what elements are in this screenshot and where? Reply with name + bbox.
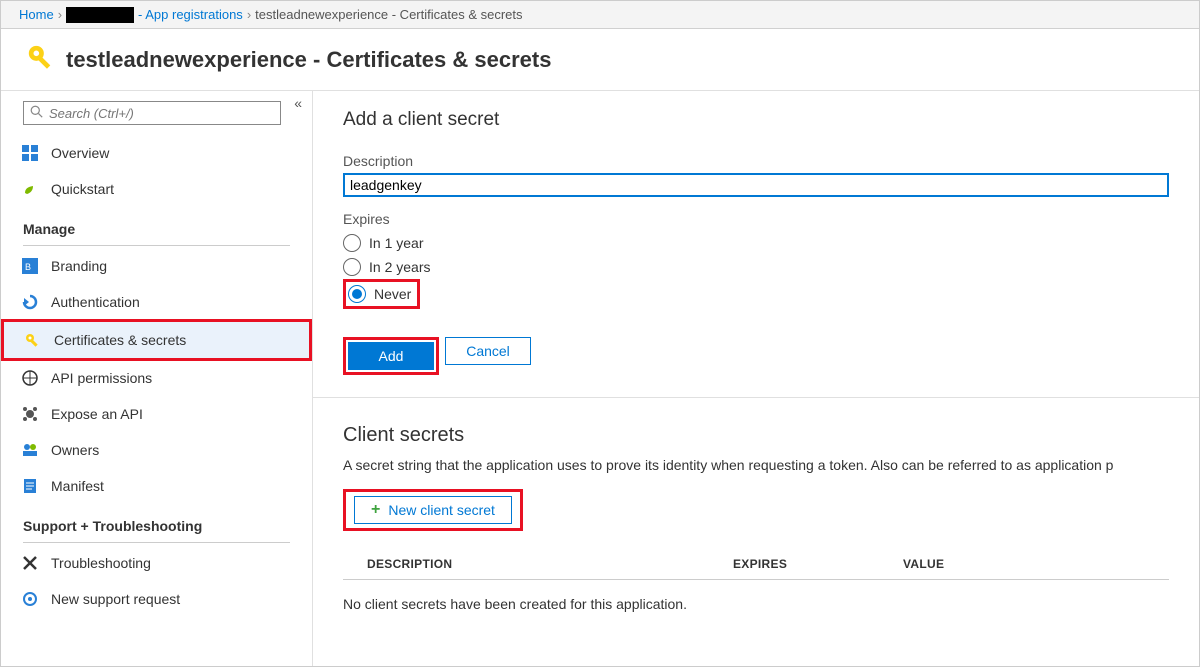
troubleshooting-icon	[21, 554, 39, 572]
sidebar-item-authentication[interactable]: Authentication	[1, 284, 312, 320]
sidebar-item-label: Troubleshooting	[51, 555, 151, 571]
breadcrumb-home[interactable]: Home	[19, 7, 54, 22]
column-description: DESCRIPTION	[343, 557, 733, 571]
svg-text:B: B	[25, 262, 31, 272]
sidebar-item-label: New support request	[51, 591, 180, 607]
divider	[343, 579, 1169, 580]
client-secrets-panel: Client secrets A secret string that the …	[313, 398, 1199, 638]
sidebar-item-label: Expose an API	[51, 406, 143, 422]
key-icon	[24, 331, 42, 349]
main-panel: Add a client secret Description Expires …	[313, 91, 1199, 666]
sidebar-item-overview[interactable]: Overview	[1, 135, 312, 171]
column-expires: EXPIRES	[733, 557, 903, 571]
divider	[23, 542, 290, 543]
empty-state-message: No client secrets have been created for …	[343, 596, 1169, 612]
page-title: testleadnewexperience - Certificates & s…	[66, 47, 551, 73]
sidebar-item-troubleshooting[interactable]: Troubleshooting	[1, 545, 312, 581]
sidebar-item-label: Branding	[51, 258, 107, 274]
quickstart-icon	[21, 180, 39, 198]
overview-icon	[21, 144, 39, 162]
branding-icon: B	[21, 257, 39, 275]
breadcrumb-sep-icon: ›	[247, 7, 251, 22]
section-manage: Manage	[1, 207, 312, 241]
content-area: « Overview Quickstart Manage	[1, 91, 1199, 666]
page-root: Home › - App registrations › testleadnew…	[0, 0, 1200, 667]
sidebar-item-label: Authentication	[51, 294, 140, 310]
sidebar-item-certificates-secrets[interactable]: Certificates & secrets	[4, 322, 309, 358]
description-input[interactable]	[343, 173, 1169, 197]
sidebar-item-label: Overview	[51, 145, 109, 161]
breadcrumb-current: testleadnewexperience - Certificates & s…	[255, 7, 522, 22]
expires-label: Expires	[343, 211, 1169, 227]
radio-icon	[343, 258, 361, 276]
sidebar-item-quickstart[interactable]: Quickstart	[1, 171, 312, 207]
authentication-icon	[21, 293, 39, 311]
breadcrumb-sep-icon: ›	[58, 7, 62, 22]
search-input-container[interactable]	[23, 101, 281, 125]
radio-label: Never	[374, 286, 411, 302]
divider	[23, 245, 290, 246]
client-secrets-title: Client secrets	[343, 424, 1169, 447]
expose-api-icon	[21, 405, 39, 423]
sidebar-item-new-support-request[interactable]: New support request	[1, 581, 312, 617]
redacted-tenant-icon	[66, 7, 134, 23]
sidebar-item-api-permissions[interactable]: API permissions	[1, 360, 312, 396]
sidebar-item-branding[interactable]: B Branding	[1, 248, 312, 284]
sidebar-item-owners[interactable]: Owners	[1, 432, 312, 468]
client-secrets-description: A secret string that the application use…	[343, 457, 1169, 473]
sidebar-item-label: Quickstart	[51, 181, 114, 197]
secrets-table-header: DESCRIPTION EXPIRES VALUE	[343, 557, 1169, 571]
sidebar-item-expose-api[interactable]: Expose an API	[1, 396, 312, 432]
sidebar-item-label: Certificates & secrets	[54, 332, 186, 348]
button-label: New client secret	[388, 502, 495, 518]
collapse-chevron-icon[interactable]: «	[294, 95, 302, 111]
radio-label: In 1 year	[369, 235, 423, 251]
search-icon	[30, 105, 43, 121]
radio-icon	[348, 285, 366, 303]
support-icon	[21, 590, 39, 608]
panel-title: Add a client secret	[343, 109, 1169, 131]
breadcrumb-app-registrations[interactable]: - App registrations	[138, 7, 243, 22]
sidebar: « Overview Quickstart Manage	[1, 91, 313, 666]
search-input[interactable]	[49, 106, 274, 121]
radio-label: In 2 years	[369, 259, 430, 275]
section-support: Support + Troubleshooting	[1, 504, 312, 538]
column-value: VALUE	[903, 557, 1169, 571]
expires-option-2years[interactable]: In 2 years	[343, 255, 1169, 279]
sidebar-item-label: API permissions	[51, 370, 152, 386]
page-header: testleadnewexperience - Certificates & s…	[1, 29, 1199, 91]
owners-icon	[21, 441, 39, 459]
expires-option-never[interactable]: Never	[346, 282, 417, 306]
expires-option-1year[interactable]: In 1 year	[343, 231, 1169, 255]
add-button[interactable]: Add	[348, 342, 434, 370]
sidebar-item-label: Owners	[51, 442, 99, 458]
sidebar-item-label: Manifest	[51, 478, 104, 494]
add-client-secret-panel: Add a client secret Description Expires …	[313, 91, 1199, 398]
plus-icon: +	[371, 501, 380, 519]
manifest-icon	[21, 477, 39, 495]
api-permissions-icon	[21, 369, 39, 387]
breadcrumb: Home › - App registrations › testleadnew…	[1, 1, 1199, 29]
cancel-button[interactable]: Cancel	[445, 337, 531, 365]
new-client-secret-button[interactable]: + New client secret	[354, 496, 512, 524]
sidebar-item-manifest[interactable]: Manifest	[1, 468, 312, 504]
description-label: Description	[343, 153, 1169, 169]
key-icon	[26, 43, 56, 76]
radio-icon	[343, 234, 361, 252]
